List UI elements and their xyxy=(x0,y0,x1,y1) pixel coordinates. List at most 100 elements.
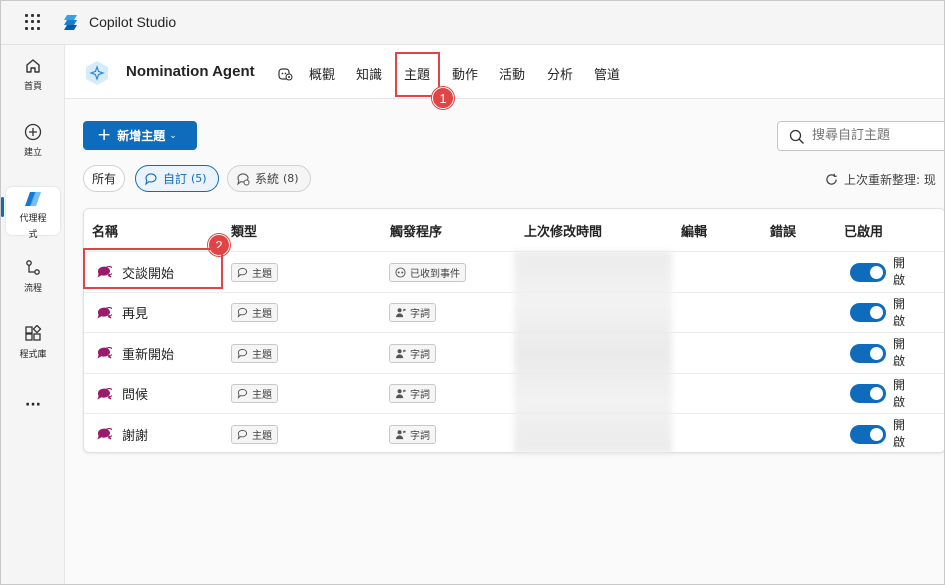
nav-item-create[interactable]: 建立 xyxy=(6,123,60,158)
search-box[interactable] xyxy=(777,121,944,151)
topics-tab-highlight xyxy=(395,52,440,97)
trigger-badge: 已收到事件 xyxy=(389,262,466,282)
agent-avatar-icon xyxy=(86,61,108,85)
modified-time-blurred xyxy=(514,251,672,453)
app-launcher-icon[interactable] xyxy=(25,14,41,30)
enabled-toggle[interactable] xyxy=(850,303,886,322)
search-input[interactable] xyxy=(812,128,942,143)
enabled-label-line1: 開 xyxy=(893,296,906,311)
enabled-label-line2: 啟 xyxy=(893,273,906,287)
enabled-label-line1: 開 xyxy=(893,256,906,270)
column-header-modified[interactable]: 上次修改時間 xyxy=(524,221,602,240)
topic-type-icon xyxy=(237,267,248,278)
nav-item-home[interactable]: 首頁 xyxy=(6,57,60,92)
trigger-label: 已收到事件 xyxy=(410,268,460,280)
column-header-editing[interactable]: 編輯 xyxy=(681,221,707,240)
column-header-errors[interactable]: 錯誤 xyxy=(770,221,796,240)
nav-label-library: 程式庫 xyxy=(19,350,47,360)
enabled-label-line2: 啟 xyxy=(893,354,906,368)
filter-all[interactable]: 所有 xyxy=(83,165,125,192)
tab-analytics[interactable]: 分析 xyxy=(547,64,573,83)
row-name-cell[interactable]: 問候 xyxy=(96,374,148,414)
enabled-toggle[interactable] xyxy=(850,262,886,282)
refresh-text: 上次重新整理: 现 xyxy=(844,173,936,187)
enabled-toggle[interactable] xyxy=(850,424,886,444)
type-label: 主題 xyxy=(252,390,272,401)
topic-name[interactable]: 謝謝 xyxy=(122,425,148,444)
row-trigger-cell: 字詞 xyxy=(389,293,436,333)
topic-type-icon xyxy=(237,348,248,359)
tab-knowledge[interactable]: 知識 xyxy=(356,64,382,83)
column-header-type[interactable]: 類型 xyxy=(231,221,257,240)
trigger-label: 字詞 xyxy=(410,309,430,320)
event-trigger-icon xyxy=(395,266,406,278)
nav-item-agents[interactable]: 代理程 式 xyxy=(1,187,60,240)
library-icon xyxy=(25,325,42,341)
tab-channels[interactable]: 管道 xyxy=(594,64,620,83)
flow-icon xyxy=(26,260,40,275)
row-name-cell[interactable]: 謝謝 xyxy=(96,414,148,454)
enabled-label: 開啟 xyxy=(893,255,907,289)
type-label: 主題 xyxy=(252,430,272,442)
enabled-label-line1: 開 xyxy=(893,337,906,351)
filter-system-label: 系統 xyxy=(255,172,280,186)
nav-label-agents: 代理程 xyxy=(19,214,47,224)
trigger-label: 字詞 xyxy=(410,349,430,361)
filter-system[interactable]: 系統 (8) xyxy=(227,165,311,192)
agent-settings-icon[interactable] xyxy=(277,65,293,81)
row-enabled-cell: 開啟 xyxy=(850,374,907,414)
topic-name[interactable]: 再見 xyxy=(122,303,148,322)
type-badge: 主題 xyxy=(231,262,278,282)
type-label: 主題 xyxy=(252,268,272,280)
type-label: 主題 xyxy=(252,349,272,361)
agent-name: Nomination Agent xyxy=(126,63,255,80)
topic-type-icon xyxy=(237,429,248,440)
row-name-highlight xyxy=(83,248,223,289)
topic-type-icon xyxy=(237,388,248,399)
app-window: Copilot Studio 首頁 建立 代理程 式 流程 程式庫 ··· No… xyxy=(0,0,945,585)
type-badge: 主題 xyxy=(231,303,278,322)
type-badge: 主題 xyxy=(231,424,278,444)
refresh-status[interactable]: 上次重新整理: 现 xyxy=(825,171,936,188)
enabled-toggle[interactable] xyxy=(850,384,886,403)
refresh-icon xyxy=(826,173,837,185)
topic-chat-icon xyxy=(97,306,112,318)
row-type-cell: 主題 xyxy=(231,293,278,333)
row-name-cell[interactable]: 再見 xyxy=(96,293,148,333)
tab-overview[interactable]: 概觀 xyxy=(309,64,335,83)
enabled-label-line2: 啟 xyxy=(893,394,906,409)
topic-name[interactable]: 重新開始 xyxy=(122,344,174,363)
column-header-name[interactable]: 名稱 xyxy=(92,221,118,240)
trigger-badge: 字詞 xyxy=(389,424,436,444)
row-type-cell: 主題 xyxy=(231,414,278,454)
agents-icon xyxy=(25,192,41,206)
nav-item-library[interactable]: 程式庫 xyxy=(6,325,60,360)
column-header-enabled[interactable]: 已啟用 xyxy=(844,221,883,240)
nav-item-flows[interactable]: 流程 xyxy=(6,259,60,294)
step-marker-1: 1 xyxy=(432,87,454,109)
chat-bubble-icon xyxy=(145,172,157,185)
enabled-label: 開啟 xyxy=(893,296,907,330)
system-topic-icon xyxy=(237,172,250,185)
topic-name[interactable]: 問候 xyxy=(122,384,148,403)
main-content: Nomination Agent 概觀 知識 主題 動作 活動 分析 管道 1 … xyxy=(65,45,944,584)
enabled-toggle[interactable] xyxy=(850,343,886,363)
phrase-trigger-icon xyxy=(395,429,406,439)
app-title: Copilot Studio xyxy=(89,14,177,30)
row-enabled-cell: 開啟 xyxy=(850,252,907,292)
type-badge: 主題 xyxy=(231,343,278,363)
tab-activity[interactable]: 活動 xyxy=(499,64,525,83)
row-name-cell[interactable]: 重新開始 xyxy=(96,333,174,373)
nav-label-agents-2: 式 xyxy=(28,230,38,240)
trigger-badge: 字詞 xyxy=(389,303,436,322)
phrase-trigger-icon xyxy=(395,308,406,318)
tab-actions[interactable]: 動作 xyxy=(452,64,478,83)
topic-chat-icon xyxy=(97,347,112,359)
new-topic-button[interactable]: + 新增主題 ⌄ xyxy=(83,121,197,150)
phrase-trigger-icon xyxy=(395,348,406,358)
column-header-trigger[interactable]: 觸發程序 xyxy=(390,221,442,240)
topic-type-icon xyxy=(237,307,248,318)
more-icon[interactable]: ··· xyxy=(6,397,60,413)
filter-custom[interactable]: 自訂 (5) xyxy=(135,165,219,192)
type-label: 主題 xyxy=(252,309,272,320)
